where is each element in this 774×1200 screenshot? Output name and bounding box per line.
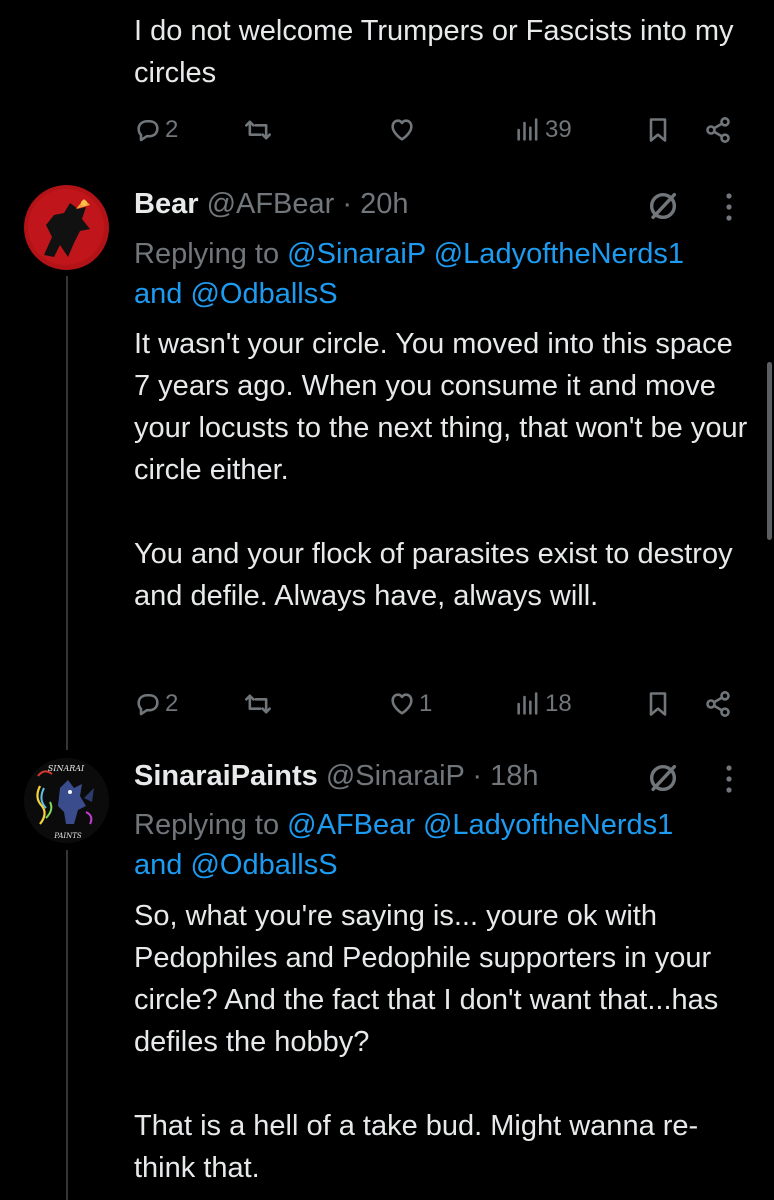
tweet-paragraph: It wasn't your circle. You moved into th… (134, 328, 748, 486)
tweet-text: I do not welcome Trumpers or Fascists in… (134, 15, 734, 89)
grok-icon[interactable] (646, 189, 680, 223)
views-icon (517, 692, 538, 715)
bookmark-button[interactable] (644, 684, 672, 724)
share-button[interactable] (704, 684, 732, 724)
tweet-paragraph: So, what you're saying is... youre ok wi… (134, 900, 719, 1058)
tweet-actions: 2 39 (134, 110, 734, 150)
tweet-paragraph: That is a hell of a take bud. Might wann… (134, 1110, 699, 1184)
views-button[interactable]: 18 (514, 684, 572, 724)
mention-link[interactable]: @OdballsS (190, 849, 337, 881)
views-count: 18 (545, 690, 572, 717)
display-name[interactable]: SinaraiPaints (134, 760, 318, 792)
reply-icon (137, 119, 159, 142)
timestamp[interactable]: · 20h (342, 188, 408, 220)
tweet-header: SinaraiPaints @SinaraiP · 18h (134, 756, 539, 796)
avatar[interactable]: SINARAI PAINTS (24, 758, 109, 843)
reply-count: 2 (165, 116, 179, 143)
retweet-icon (245, 694, 271, 714)
share-icon (706, 117, 730, 143)
reply-icon (137, 693, 159, 716)
tweet-paragraph: You and your flock of parasites exist to… (134, 538, 733, 612)
reply-count: 2 (165, 690, 179, 717)
reply-button[interactable]: 2 (134, 684, 178, 724)
retweet-button[interactable] (244, 684, 272, 724)
thread-line (66, 850, 68, 1200)
thread-line (66, 276, 68, 750)
share-icon (706, 691, 730, 717)
like-icon (391, 119, 413, 141)
replying-to: Replying to @SinaraiP @LadyoftheNerds1 a… (134, 238, 685, 310)
bookmark-button[interactable] (644, 110, 672, 150)
sinarai-avatar-image: SINARAI PAINTS (24, 758, 109, 843)
like-count: 1 (419, 690, 433, 717)
grok-icon[interactable] (646, 761, 680, 795)
more-icon[interactable] (724, 192, 734, 222)
views-icon (517, 118, 538, 141)
reply-button[interactable]: 2 (134, 110, 178, 150)
mention-links[interactable]: @AFBear @LadyoftheNerds1 (287, 809, 673, 841)
mention-link[interactable]: @OdballsS (190, 278, 337, 310)
retweet-button[interactable] (244, 110, 272, 150)
views-button[interactable]: 39 (514, 110, 572, 150)
timestamp[interactable]: · 18h (472, 760, 538, 792)
scrollbar[interactable] (767, 362, 772, 540)
replying-to: Replying to @AFBear @LadyoftheNerds1 and… (134, 809, 674, 881)
tweet-text: So, what you're saying is... youre ok wi… (134, 895, 754, 1189)
bear-avatar-image (24, 185, 109, 270)
display-name[interactable]: Bear (134, 188, 199, 220)
handle[interactable]: @AFBear (207, 188, 335, 220)
avatar-text-bottom: PAINTS (53, 832, 82, 840)
handle[interactable]: @SinaraiP (326, 760, 465, 792)
bookmark-icon (649, 692, 667, 716)
like-button[interactable] (388, 110, 416, 150)
tweet-header: Bear @AFBear · 20h (134, 184, 409, 224)
views-count: 39 (545, 116, 572, 143)
avatar-text-top: SINARAI (48, 764, 85, 773)
avatar[interactable] (24, 185, 109, 270)
like-button[interactable]: 1 (388, 684, 432, 724)
share-button[interactable] (704, 110, 732, 150)
more-icon[interactable] (724, 764, 734, 794)
bookmark-icon (649, 118, 667, 142)
tweet-actions: 2 1 18 (134, 684, 734, 724)
tweet-text: It wasn't your circle. You moved into th… (134, 323, 754, 617)
retweet-icon (245, 120, 271, 140)
mention-links[interactable]: @SinaraiP @LadyoftheNerds1 (287, 238, 684, 270)
like-icon (391, 693, 413, 715)
